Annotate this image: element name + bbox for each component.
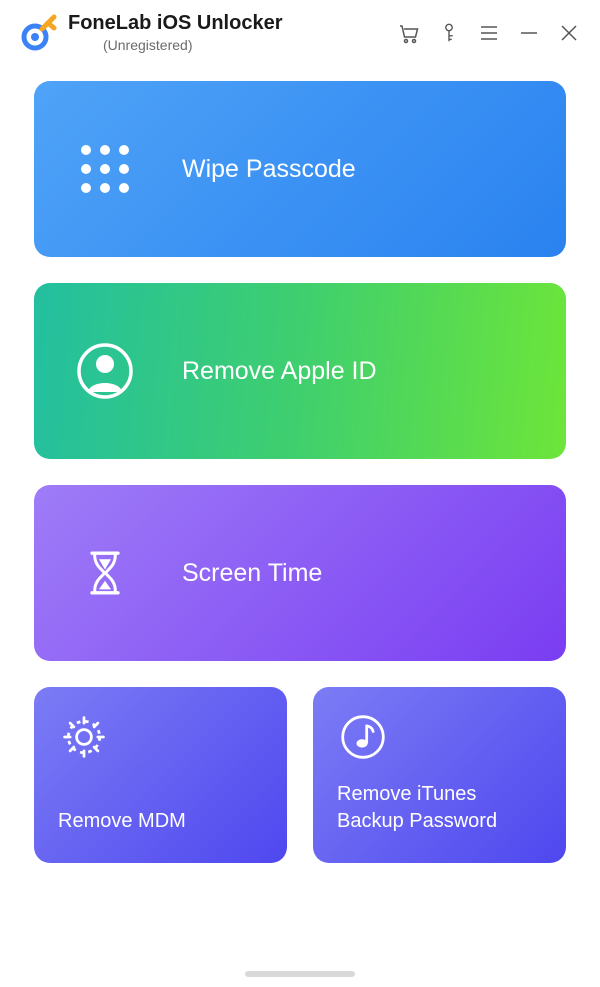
gear-icon xyxy=(58,711,110,763)
screen-time-label: Screen Time xyxy=(182,559,322,588)
app-logo-icon xyxy=(18,13,58,53)
music-note-icon xyxy=(337,711,389,763)
cart-icon[interactable] xyxy=(396,20,422,46)
titlebar: FoneLab iOS Unlocker (Unregistered) xyxy=(0,0,600,63)
remove-apple-id-label: Remove Apple ID xyxy=(182,357,377,386)
menu-icon[interactable] xyxy=(476,20,502,46)
passcode-grid-icon xyxy=(76,140,134,198)
remove-apple-id-card[interactable]: Remove Apple ID xyxy=(34,283,566,459)
scroll-indicator xyxy=(245,971,355,977)
remove-itunes-label: Remove iTunes Backup Password xyxy=(337,781,497,835)
wipe-passcode-card[interactable]: Wipe Passcode xyxy=(34,81,566,257)
profile-icon xyxy=(76,342,134,400)
key-icon[interactable] xyxy=(436,20,462,46)
remove-mdm-label: Remove MDM xyxy=(58,808,186,835)
small-card-row: Remove MDM Remove iTunes Backup Password xyxy=(34,687,566,863)
title-block: FoneLab iOS Unlocker (Unregistered) xyxy=(68,12,396,53)
hourglass-icon xyxy=(76,544,134,602)
app-subtitle: (Unregistered) xyxy=(103,37,396,53)
minimize-button[interactable] xyxy=(516,20,542,46)
wipe-passcode-label: Wipe Passcode xyxy=(182,155,356,184)
close-button[interactable] xyxy=(556,20,582,46)
screen-time-card[interactable]: Screen Time xyxy=(34,485,566,661)
remove-itunes-backup-card[interactable]: Remove iTunes Backup Password xyxy=(313,687,566,863)
main-content: Wipe Passcode Remove Apple ID Screen Tim… xyxy=(0,63,600,863)
app-title: FoneLab iOS Unlocker xyxy=(68,12,396,35)
remove-mdm-card[interactable]: Remove MDM xyxy=(34,687,287,863)
window-controls xyxy=(396,20,582,46)
